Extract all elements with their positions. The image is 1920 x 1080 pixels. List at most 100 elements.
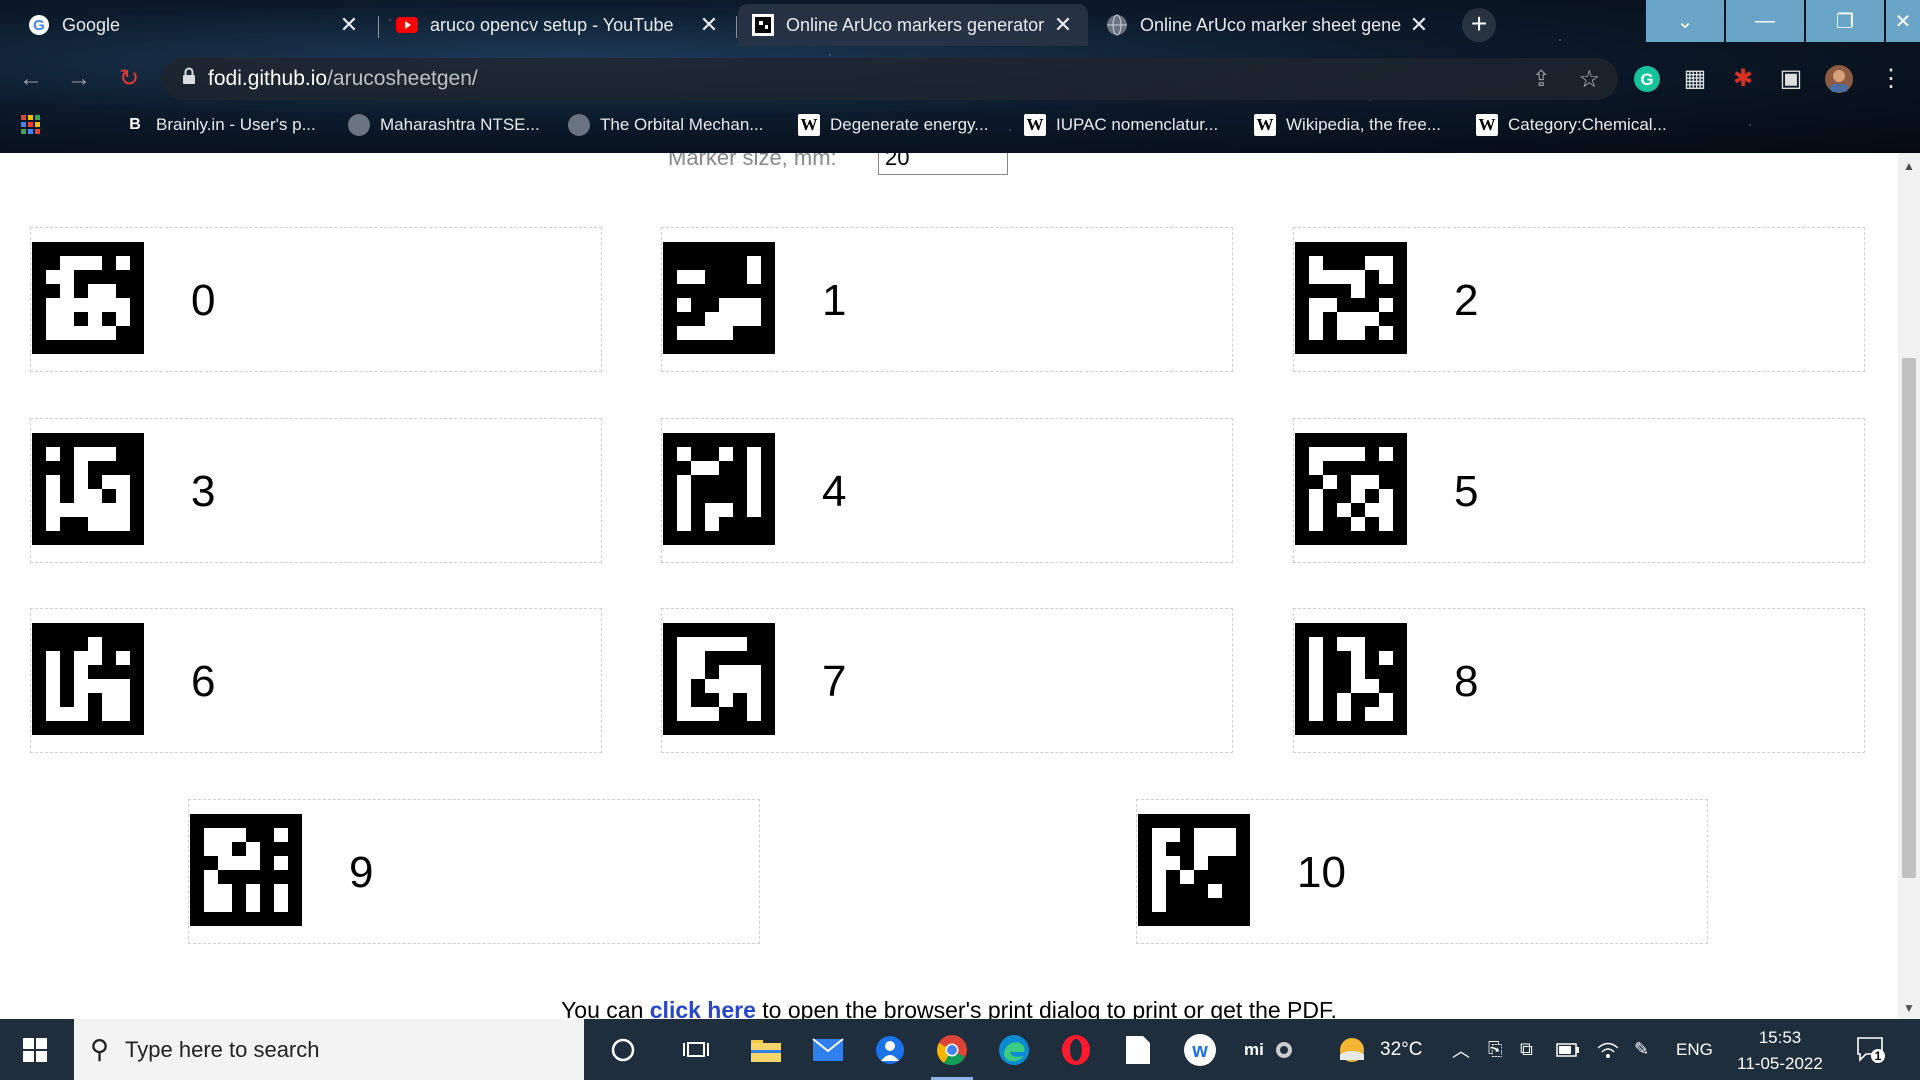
- forward-icon[interactable]: →: [62, 62, 96, 96]
- tab-google[interactable]: G Google ✕: [14, 4, 374, 46]
- share-icon[interactable]: ⇪: [1532, 66, 1550, 92]
- grammarly-icon[interactable]: G: [1630, 62, 1664, 96]
- marker-id: 7: [822, 657, 847, 706]
- marker-id: 10: [1297, 848, 1346, 897]
- wikipedia-icon: W: [1024, 114, 1046, 136]
- google-icon: G: [28, 14, 50, 36]
- minimize-icon: —: [1755, 9, 1775, 32]
- screen-icon[interactable]: ⧉: [1520, 1019, 1533, 1080]
- new-tab-button[interactable]: +: [1462, 8, 1496, 42]
- mail-icon[interactable]: [797, 1019, 859, 1080]
- calculator-icon[interactable]: ▦: [1678, 62, 1712, 96]
- close-icon[interactable]: ✕: [1052, 12, 1074, 38]
- menu-icon[interactable]: ⋮: [1874, 62, 1908, 96]
- reload-icon[interactable]: ↻: [112, 62, 146, 96]
- aruco-marker: [663, 623, 775, 735]
- wifi-icon[interactable]: [1596, 1019, 1620, 1080]
- minimize-button[interactable]: —: [1726, 0, 1804, 42]
- url-path: /arucosheetgen/: [327, 67, 478, 90]
- aruco-marker: [1138, 814, 1250, 926]
- aruco-marker: [1295, 623, 1407, 735]
- close-window-button[interactable]: ✕: [1886, 0, 1920, 42]
- page-scrollbar[interactable]: ▲ ▼: [1898, 153, 1920, 1019]
- restore-button[interactable]: ❐: [1806, 0, 1884, 42]
- url-host: fodi.github.io: [208, 67, 328, 90]
- temperature: 32°C: [1380, 1038, 1423, 1060]
- svg-text:G: G: [1640, 70, 1653, 89]
- close-icon[interactable]: ✕: [1408, 12, 1430, 38]
- marker-card-3: 3: [30, 418, 602, 563]
- apps-icon[interactable]: [20, 112, 42, 138]
- notifications-button[interactable]: 1: [1856, 1019, 1886, 1080]
- weather-widget[interactable]: 32°C: [1336, 1019, 1422, 1080]
- tab-aruco-sheet[interactable]: Online ArUco marker sheet gene ✕: [1092, 4, 1444, 46]
- tab-aruco-generator[interactable]: Online ArUco markers generator ✕: [738, 4, 1088, 46]
- bookmark-orbital[interactable]: The Orbital Mechan...: [568, 112, 763, 138]
- wikipedia-icon: W: [798, 114, 820, 136]
- marker-size-label: Marker size, mm:: [668, 153, 837, 170]
- tab-title: Google: [62, 14, 121, 35]
- bookmark-ntse[interactable]: Maharashtra NTSE...: [348, 112, 540, 138]
- marker-size-input[interactable]: 20: [878, 153, 1008, 175]
- marker-id: 0: [191, 276, 216, 325]
- file-explorer-icon[interactable]: [735, 1019, 797, 1080]
- close-icon[interactable]: ✕: [698, 12, 720, 38]
- close-icon: ✕: [1894, 10, 1912, 33]
- meet-icon[interactable]: ⎘: [1488, 1019, 1502, 1080]
- bookmark-brainly[interactable]: B Brainly.in - User's p...: [124, 112, 316, 138]
- language-indicator[interactable]: ENG: [1676, 1019, 1713, 1080]
- search-icon: ⚲: [90, 1034, 110, 1064]
- marker-card-0: 0: [30, 227, 602, 372]
- pen-icon[interactable]: ✎: [1634, 1019, 1649, 1080]
- marker-card-8: 8: [1293, 608, 1865, 753]
- search-placeholder: Type here to search: [125, 1036, 320, 1062]
- aruco-icon: [752, 14, 774, 36]
- cortana-icon[interactable]: [592, 1019, 654, 1080]
- mi-label[interactable]: mi: [1244, 1019, 1264, 1080]
- bookmark-wikipedia[interactable]: W Wikipedia, the free...: [1254, 112, 1441, 138]
- taskbar-search[interactable]: ⚲ Type here to search: [74, 1019, 584, 1080]
- extensions-icon[interactable]: ✱: [1726, 62, 1760, 96]
- bookmark-category[interactable]: W Category:Chemical...: [1476, 112, 1667, 138]
- bookmark-degenerate[interactable]: W Degenerate energy...: [798, 112, 988, 138]
- star-icon[interactable]: ☆: [1578, 65, 1600, 94]
- windows-icon: [23, 1037, 47, 1062]
- avatar[interactable]: [1822, 62, 1856, 96]
- scroll-down-icon[interactable]: ▼: [1898, 1001, 1920, 1015]
- bookmark-label: The Orbital Mechan...: [600, 115, 764, 134]
- tab-search-button[interactable]: ⌄: [1646, 0, 1724, 42]
- battery-icon[interactable]: [1556, 1019, 1580, 1080]
- bookmark-label: Brainly.in - User's p...: [156, 115, 316, 134]
- marker-card-5: 5: [1293, 418, 1865, 563]
- chevron-up-icon[interactable]: ︿: [1452, 1019, 1470, 1080]
- sync-icon[interactable]: [1274, 1019, 1294, 1080]
- opera-icon[interactable]: [1045, 1019, 1107, 1080]
- user-app-icon[interactable]: [859, 1019, 921, 1080]
- wps-icon[interactable]: w: [1169, 1019, 1231, 1080]
- print-instructions: You can click here to open the browser's…: [0, 997, 1898, 1019]
- bookmark-iupac[interactable]: W IUPAC nomenclatur...: [1024, 112, 1218, 138]
- bookmark-label: IUPAC nomenclatur...: [1056, 115, 1219, 134]
- scroll-up-icon[interactable]: ▲: [1898, 159, 1920, 173]
- side-panel-icon[interactable]: ▣: [1774, 62, 1808, 96]
- back-icon[interactable]: ←: [14, 62, 48, 96]
- tab-youtube[interactable]: aruco opencv setup - YouTube ✕: [382, 4, 734, 46]
- wikipedia-icon: W: [1254, 114, 1276, 136]
- brainly-icon: B: [129, 116, 141, 133]
- bookmark-label: Degenerate energy...: [830, 115, 989, 134]
- close-icon[interactable]: ✕: [338, 12, 360, 38]
- wikipedia-icon: W: [1476, 114, 1498, 136]
- aruco-marker: [663, 433, 775, 545]
- tab-title: Online ArUco markers generator: [786, 14, 1045, 35]
- marker-id: 8: [1454, 657, 1479, 706]
- marker-id: 3: [191, 467, 216, 516]
- task-view-icon[interactable]: [665, 1019, 727, 1080]
- chrome-icon[interactable]: [921, 1019, 983, 1080]
- address-bar[interactable]: fodi.github.io/arucosheetgen/ ⇪ ☆: [162, 58, 1618, 100]
- start-button[interactable]: [0, 1019, 70, 1080]
- edge-icon[interactable]: [983, 1019, 1045, 1080]
- document-icon[interactable]: [1107, 1019, 1169, 1080]
- scrollbar-thumb[interactable]: [1902, 358, 1916, 878]
- clock[interactable]: 15:53 11-05-2022: [1720, 1025, 1840, 1077]
- print-link[interactable]: click here: [650, 997, 756, 1019]
